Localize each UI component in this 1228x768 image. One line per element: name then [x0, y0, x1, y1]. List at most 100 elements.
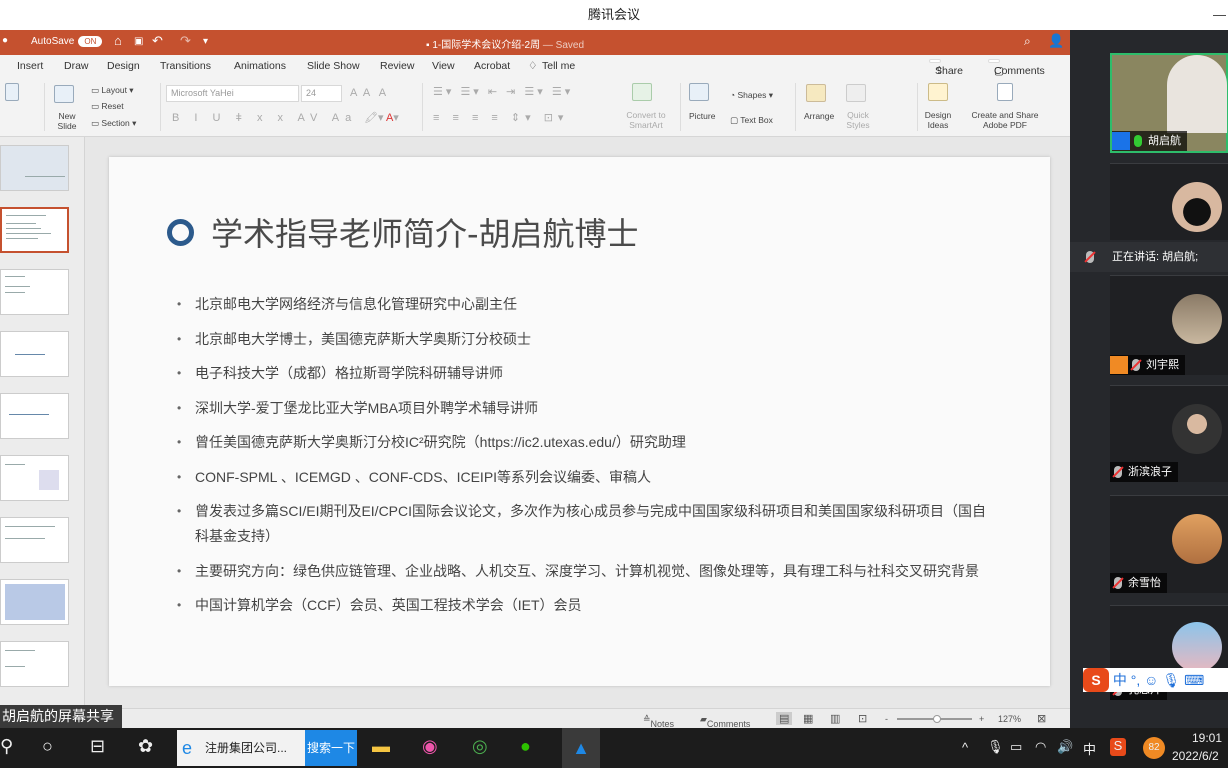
smartart-icon[interactable]: [632, 83, 652, 101]
input-language[interactable]: 中: [1083, 739, 1096, 758]
wechat-icon[interactable]: ●: [520, 736, 531, 757]
tab-design[interactable]: Design: [107, 60, 140, 72]
emoji-icon[interactable]: ☺: [1144, 672, 1158, 688]
normal-view-button[interactable]: ▤: [776, 712, 793, 725]
slide-thumbnail-selected[interactable]: [0, 207, 69, 253]
tab-review[interactable]: Review: [380, 60, 414, 72]
align-buttons[interactable]: ≡ ≡ ≡ ≡ ⇕▾ ⊡▾: [433, 113, 568, 124]
customize-icon[interactable]: ▾: [203, 36, 208, 47]
reading-view-button[interactable]: ▥: [830, 712, 840, 725]
voice-input-icon[interactable]: 🎙: [1162, 672, 1180, 688]
zoom-out-button[interactable]: -: [885, 714, 888, 724]
text-box-button[interactable]: ▢ Text Box: [730, 115, 773, 125]
slide-thumbnail[interactable]: [0, 517, 69, 563]
layout-button[interactable]: ▭ Layout ▾: [91, 85, 134, 95]
zoom-in-button[interactable]: +: [979, 714, 984, 724]
colorful-app-icon[interactable]: ◉: [422, 736, 438, 757]
comments-pane-button[interactable]: ▰ Comments: [700, 714, 750, 728]
font-name-select[interactable]: Microsoft YaHei: [166, 85, 299, 102]
tab-animations[interactable]: Animations: [234, 60, 286, 72]
section-button[interactable]: ▭ Section ▾: [91, 118, 136, 128]
zoom-level[interactable]: 127%: [998, 714, 1021, 724]
highlight-color-button[interactable]: 🖍▾ A▾: [364, 113, 399, 124]
slide-sorter-button[interactable]: ▦: [803, 712, 813, 725]
slide-thumbnail[interactable]: [0, 579, 69, 625]
window-control-icon[interactable]: ●: [2, 35, 8, 46]
zoom-slider-handle[interactable]: [933, 715, 941, 723]
tab-draw[interactable]: Draw: [64, 60, 89, 72]
ime-punctuation[interactable]: °,: [1131, 672, 1141, 688]
quick-styles-icon[interactable]: [846, 84, 866, 102]
clock-time[interactable]: 19:01: [1192, 731, 1222, 745]
slide-thumbnail[interactable]: [0, 269, 69, 315]
participant-tile[interactable]: 浙滨浪子: [1110, 385, 1228, 482]
convert-smartart-button[interactable]: Convert to SmartArt: [622, 110, 670, 130]
battery-badge[interactable]: 82: [1143, 737, 1165, 759]
slide-title[interactable]: 学术指导老师简介-胡启航博士: [211, 209, 639, 255]
tray-expand-icon[interactable]: ^: [962, 740, 968, 755]
participant-tile-active[interactable]: 胡启航: [1110, 53, 1228, 153]
task-view-icon[interactable]: ⊟: [90, 736, 105, 757]
wifi-icon[interactable]: ◠: [1035, 739, 1046, 755]
paste-icon[interactable]: [5, 83, 19, 101]
font-size-buttons[interactable]: A A A: [350, 88, 386, 99]
tab-insert[interactable]: Insert: [17, 60, 43, 72]
file-explorer-icon[interactable]: ▬: [372, 736, 390, 757]
search-button[interactable]: 搜索一下: [305, 730, 357, 766]
tab-view[interactable]: View: [432, 60, 455, 72]
pinwheel-app-icon[interactable]: ✿: [138, 736, 153, 757]
account-icon[interactable]: 👤: [1048, 33, 1064, 49]
slide-thumbnail[interactable]: [0, 331, 69, 377]
new-slide-icon[interactable]: [54, 85, 74, 103]
font-format-buttons[interactable]: B I U ǂ x x AV Aa: [172, 113, 357, 124]
picture-icon[interactable]: [689, 83, 709, 101]
slide-thumbnail[interactable]: [0, 641, 69, 687]
quick-styles-button[interactable]: Quick Styles: [844, 110, 872, 130]
home-icon[interactable]: ⌂: [114, 33, 122, 48]
tab-transitions[interactable]: Transitions: [160, 60, 211, 72]
chrome-icon[interactable]: ◎: [472, 736, 488, 757]
list-buttons[interactable]: ☰▾ ☰▾ ⇤ ⇥ ☰▾ ☰▾: [433, 87, 573, 98]
new-slide-button[interactable]: New Slide: [52, 111, 82, 131]
clock-date[interactable]: 2022/6/2: [1172, 749, 1219, 763]
battery-icon[interactable]: ▭: [1010, 739, 1022, 755]
tab-slide-show[interactable]: Slide Show: [307, 60, 360, 72]
tencent-meeting-icon[interactable]: ▲: [562, 728, 600, 768]
shapes-button[interactable]: ◔ Shapes ▾: [730, 90, 773, 100]
slide-bullet-list[interactable]: 北京邮电大学网络经济与信息化管理研究中心副主任 北京邮电大学博士，美国德克萨斯大…: [177, 292, 997, 628]
minimize-button[interactable]: —: [1213, 0, 1226, 30]
create-share-pdf-button[interactable]: Create and Share Adobe PDF: [965, 110, 1045, 130]
reset-button[interactable]: ▭ Reset: [91, 101, 124, 111]
picture-button[interactable]: Picture: [689, 111, 715, 121]
tell-me-search[interactable]: Tell me: [542, 60, 575, 72]
microphone-tray-icon[interactable]: 🎙: [987, 739, 1004, 755]
autosave-toggle[interactable]: AutoSave ON: [31, 36, 103, 47]
ime-toolbar[interactable]: S 中 °, ☺ 🎙 ⌨: [1083, 668, 1228, 692]
search-icon[interactable]: ⚲: [0, 736, 13, 757]
comments-button[interactable]: ▢ Comments: [988, 59, 1045, 77]
slide-thumbnails-panel[interactable]: [0, 137, 85, 708]
slide-thumbnail[interactable]: [0, 393, 69, 439]
keyboard-icon[interactable]: ⌨: [1184, 672, 1204, 688]
browser-search-box[interactable]: e 注册集团公司... 搜索一下: [177, 730, 357, 766]
participant-tile[interactable]: 刘宇熙: [1110, 275, 1228, 375]
redo-icon[interactable]: ↷: [180, 33, 191, 49]
arrange-button[interactable]: Arrange: [804, 111, 834, 121]
font-size-select[interactable]: 24: [301, 85, 342, 102]
save-icon[interactable]: ▣: [134, 36, 143, 47]
sogou-logo-icon[interactable]: S: [1083, 668, 1109, 692]
participant-tile[interactable]: 余雪怡: [1110, 495, 1228, 593]
undo-icon[interactable]: ↶: [152, 33, 163, 49]
sogou-tray-icon[interactable]: S: [1110, 738, 1126, 756]
ime-language[interactable]: 中: [1113, 672, 1127, 688]
slide-thumbnail[interactable]: [0, 145, 69, 191]
adobe-pdf-icon[interactable]: [997, 83, 1013, 101]
arrange-icon[interactable]: [806, 84, 826, 102]
search-icon[interactable]: ⌕: [1024, 34, 1031, 49]
slide-thumbnail[interactable]: [0, 455, 69, 501]
design-ideas-icon[interactable]: [928, 83, 948, 101]
fit-slide-button[interactable]: ⊠: [1037, 712, 1046, 725]
notes-button[interactable]: ≙ Notes: [643, 714, 674, 728]
volume-icon[interactable]: 🔊: [1057, 739, 1073, 755]
share-button[interactable]: ⇪ Share: [929, 59, 963, 77]
